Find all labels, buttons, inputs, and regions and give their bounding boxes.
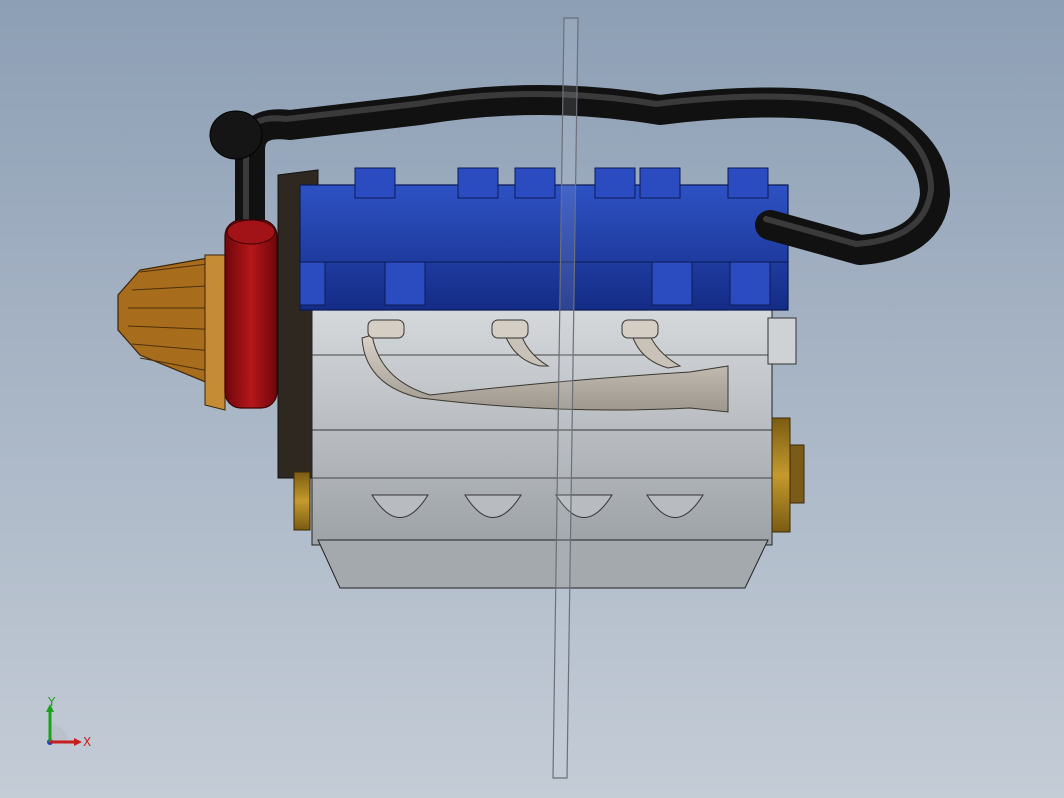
axis-triad: Y X <box>46 696 91 749</box>
engine-model[interactable] <box>0 0 1064 798</box>
cad-viewport[interactable]: Y X <box>0 0 1064 798</box>
engine-block[interactable] <box>311 307 797 546</box>
crank-pulley[interactable] <box>771 417 805 533</box>
oil-pan[interactable] <box>317 539 769 589</box>
air-filter[interactable] <box>117 254 226 411</box>
y-axis-label: Y <box>47 696 56 709</box>
x-axis-label: X <box>83 735 91 749</box>
throttle-body[interactable] <box>224 219 278 409</box>
rear-flange <box>293 471 311 531</box>
valve-cover[interactable] <box>299 167 789 311</box>
